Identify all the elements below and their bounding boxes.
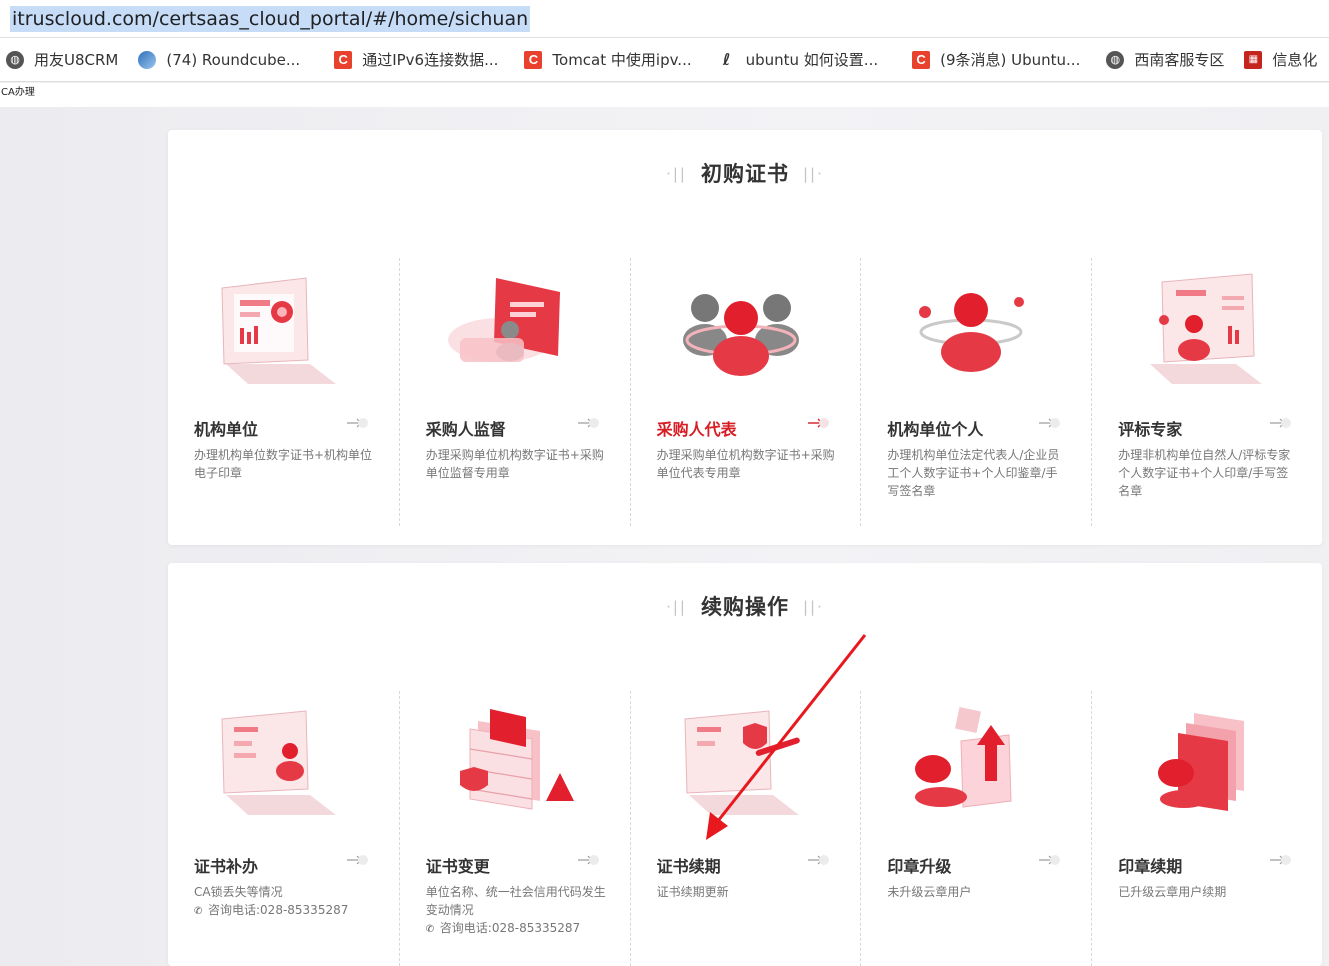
- card-description: 办理机构单位数字证书+机构单位电子印章: [194, 448, 373, 480]
- csdn-icon: C: [334, 50, 353, 69]
- title-decoration-left: ·||: [666, 598, 687, 616]
- ubuntu-icon: ℓ: [722, 50, 731, 69]
- bookmark-label: (9条消息) Ubuntu...: [940, 51, 1081, 69]
- title-decoration-right: ||·: [803, 165, 824, 183]
- card-purchaser-representative[interactable]: 采购人代表 办理采购单位机构数字证书+采购单位代表专用章: [629, 258, 861, 526]
- representative-illustration: [682, 294, 799, 376]
- card-purchaser-supervisor[interactable]: 采购人监督 办理采购单位机构数字证书+采购单位监督专用章: [398, 258, 630, 526]
- card-title: 采购人代表: [656, 420, 737, 439]
- section-initial-purchase: ·|| 初购证书 ||· 机构单位 办理机构单位数字证书+机构单位电子印章 采购…: [168, 130, 1322, 545]
- bookmark-ipv6[interactable]: C 通过IPv6连接数据...: [334, 45, 498, 75]
- phone-icon: ✆: [425, 924, 435, 935]
- title-decoration-left: ·||: [666, 165, 687, 183]
- card-title: 印章升级: [887, 857, 952, 876]
- card-title: 机构单位个人: [887, 420, 984, 439]
- arrow-right-icon[interactable]: [1269, 853, 1292, 867]
- card-organization-individual[interactable]: 机构单位个人 办理机构单位法定代表人/企业员工个人数字证书+个人印鉴章/手写签名…: [860, 258, 1091, 526]
- csdn-icon: C: [524, 50, 543, 69]
- card-bid-expert[interactable]: 评标专家 办理非机构单位自然人/评标专家个人数字证书+个人印章/手写签名章: [1091, 258, 1322, 526]
- arrow-right-icon[interactable]: [808, 416, 830, 430]
- card-description: 办理采购单位机构数字证书+采购单位监督专用章: [425, 448, 604, 480]
- card-certificate-change[interactable]: 证书变更 单位名称、统一社会信用代码发生变动情况 ✆ 咨询电话:028-85335…: [398, 691, 630, 966]
- laptop-illustration: [221, 710, 336, 815]
- arrow-right-icon[interactable]: [808, 853, 830, 867]
- bookmark-roundcube[interactable]: (74) Roundcube...: [138, 45, 300, 75]
- card-description: 证书续期更新: [656, 885, 729, 899]
- expert-illustration: [1150, 273, 1263, 384]
- arrow-right-icon[interactable]: [1039, 416, 1061, 430]
- globe-icon: ◍: [1106, 50, 1125, 69]
- bookmark-label: 信息化: [1272, 51, 1318, 69]
- card-description: 办理采购单位机构数字证书+采购单位代表专用章: [656, 448, 835, 480]
- laptop-shield-illustration: [684, 710, 800, 815]
- supervisor-illustration: [447, 278, 560, 362]
- card-title: 证书变更: [425, 857, 490, 876]
- card-description: 未升级云章用户: [887, 885, 972, 899]
- card-description: 办理非机构单位自然人/评标专家个人数字证书+个人印章/手写签名章: [1118, 448, 1291, 498]
- bookmark-tomcat[interactable]: C Tomcat 中使用ipv...: [524, 45, 692, 75]
- phone-icon: ✆: [194, 906, 203, 917]
- card-title: 机构单位: [194, 420, 259, 439]
- arrow-right-icon[interactable]: [577, 416, 600, 430]
- section-renewal-operations: ·|| 续购操作 ||· 证书补办 CA锁丢失等情况 ✆ 咨询电话:028-85335…: [168, 563, 1322, 966]
- arrow-right-icon[interactable]: [346, 416, 369, 430]
- bookmark-label: (74) Roundcube...: [166, 50, 301, 69]
- card-title: 评标专家: [1118, 420, 1183, 439]
- section-title-text: 续购操作: [701, 595, 789, 619]
- contact-phone: ✆ 咨询电话:028-85335287: [194, 901, 348, 918]
- title-decoration-right: ||·: [803, 598, 824, 616]
- bookmark-label: Tomcat 中使用ipv...: [552, 51, 692, 69]
- card-certificate-renewal[interactable]: 证书续期 证书续期更新: [629, 691, 861, 966]
- arrow-right-icon[interactable]: [1039, 853, 1061, 867]
- ca-header: CA办理: [0, 83, 1329, 107]
- card-description: CA锁丢失等情况: [194, 885, 283, 899]
- card-title: 证书补办: [194, 857, 259, 876]
- card-description: 单位名称、统一社会信用代码发生变动情况: [425, 885, 606, 917]
- card-title: 证书续期: [656, 857, 721, 876]
- contact-phone-text: 咨询电话:028-85335287: [208, 903, 349, 917]
- bookmark-info[interactable]: ▦ 信息化: [1244, 45, 1317, 75]
- bookmark-yonyou[interactable]: ◍ 用友U8CRM: [6, 45, 118, 75]
- individual-illustration: [919, 293, 1025, 372]
- info-icon: ▦: [1244, 50, 1263, 69]
- contact-phone: ✆ 咨询电话:028-85335287: [426, 919, 580, 936]
- ca-label: CA办理: [1, 87, 35, 98]
- card-organization[interactable]: 机构单位 办理机构单位数字证书+机构单位电子印章: [168, 258, 399, 526]
- card-certificate-reissue[interactable]: 证书补办 CA锁丢失等情况 ✆ 咨询电话:028-85335287: [168, 691, 399, 966]
- firewall-illustration: [459, 709, 574, 810]
- bookmark-ubuntu[interactable]: ℓ ubuntu 如何设置...: [718, 45, 879, 75]
- card-description: 办理机构单位法定代表人/企业员工个人数字证书+个人印鉴章/手写签名章: [887, 448, 1060, 498]
- card-title: 印章续期: [1118, 857, 1183, 876]
- card-title: 采购人监督: [425, 420, 506, 439]
- card-seal-renewal[interactable]: 印章续期 已升级云章用户续期: [1091, 691, 1322, 966]
- contact-phone-text: 咨询电话:028-85335287: [439, 921, 581, 935]
- bookmark-label: 西南客服专区: [1134, 51, 1225, 69]
- csdn-icon: C: [912, 50, 931, 69]
- globe-icon: ◍: [6, 50, 24, 69]
- arrow-right-icon[interactable]: [1269, 416, 1292, 430]
- bookmark-label: 通过IPv6连接数据...: [362, 51, 499, 69]
- bookmark-label: 用友U8CRM: [34, 51, 119, 69]
- section-title: ·|| 初购证书 ||·: [168, 158, 1322, 188]
- seal-upgrade-illustration: [915, 706, 1012, 808]
- bookmark-ubuntu-messages[interactable]: C (9条消息) Ubuntu...: [912, 45, 1080, 75]
- bookmarks-bar: ◍ 用友U8CRM (74) Roundcube... C 通过IPv6连接数据…: [0, 38, 1329, 82]
- bookmark-southwest[interactable]: ◍ 西南客服专区: [1106, 45, 1224, 75]
- card-seal-upgrade[interactable]: 印章升级 未升级云章用户: [860, 691, 1091, 966]
- url-text[interactable]: itruscloud.com/certsaas_cloud_portal/#/h…: [10, 6, 531, 32]
- address-bar[interactable]: itruscloud.com/certsaas_cloud_portal/#/h…: [0, 0, 1329, 38]
- laptop-illustration: [221, 277, 336, 384]
- section-title-text: 初购证书: [701, 162, 789, 186]
- section-title: ·|| 续购操作 ||·: [168, 591, 1322, 621]
- seal-renewal-illustration: [1158, 713, 1245, 811]
- card-description: 已升级云章用户续期: [1118, 885, 1227, 899]
- roundcube-icon: [138, 50, 157, 69]
- arrow-right-icon[interactable]: [577, 853, 600, 867]
- bookmark-label: ubuntu 如何设置...: [745, 51, 879, 69]
- arrow-right-icon[interactable]: [346, 853, 369, 867]
